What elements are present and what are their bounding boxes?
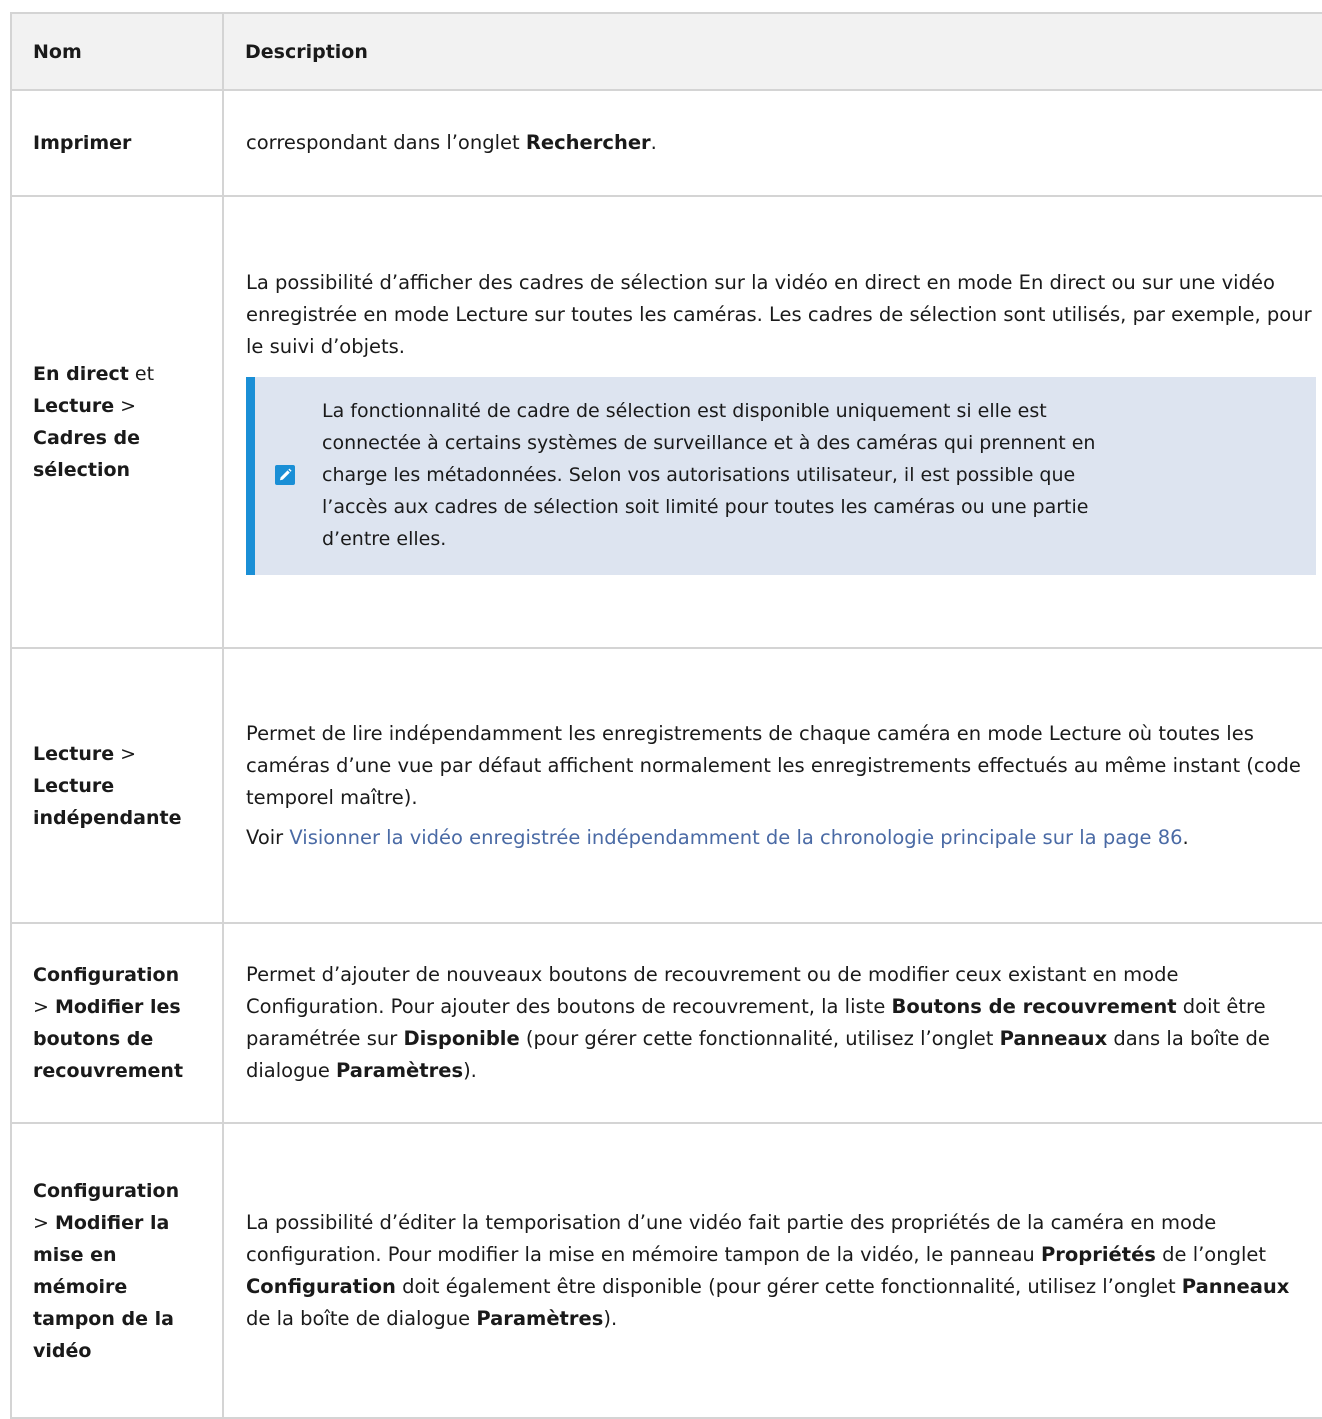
table-row: Imprimer correspondant dans l’onglet Rec… bbox=[10, 89, 1322, 197]
desc-bold: Propriétés bbox=[1040, 1242, 1156, 1266]
table-row: Configuration > Modifier les boutons de … bbox=[10, 922, 1322, 1124]
see-prefix: Voir bbox=[246, 825, 290, 849]
document-page: Nom Description Imprimer correspondant d… bbox=[0, 0, 1322, 1419]
name-separator: > bbox=[33, 996, 55, 1018]
note-box: La fonctionnalité de cadre de sélection … bbox=[246, 377, 1316, 575]
row-name-print: Imprimer bbox=[10, 89, 224, 197]
row-name-independent-playback: Lecture > Lecture indépendante bbox=[10, 647, 224, 924]
name-separator: > bbox=[114, 395, 137, 417]
name-separator: > bbox=[114, 742, 137, 765]
row-desc-overlay-buttons: Permet d’ajouter de nouveaux boutons de … bbox=[222, 922, 1322, 1124]
row-name-video-buffer: Configuration > Modifier la mise en mémo… bbox=[10, 1122, 224, 1419]
table-header-row: Nom Description bbox=[10, 12, 1322, 91]
see-end: . bbox=[1182, 825, 1189, 849]
desc-bold: Boutons de recouvrement bbox=[891, 995, 1177, 1018]
desc-bold: Configuration bbox=[246, 1274, 396, 1298]
desc-text: ). bbox=[463, 1059, 477, 1082]
desc-text: (pour gérer cette fonctionnalité, utilis… bbox=[519, 1027, 1000, 1050]
desc-bold: Panneaux bbox=[999, 1027, 1108, 1050]
name-join: et bbox=[128, 363, 155, 385]
desc-paragraph: Permet d’ajouter de nouveaux boutons de … bbox=[246, 959, 1316, 1087]
desc-text: ). bbox=[603, 1306, 618, 1330]
header-name: Nom bbox=[10, 12, 224, 91]
desc-paragraph: La possibilité d’afficher des cadres de … bbox=[246, 271, 1312, 358]
desc-text: correspondant dans l’onglet bbox=[246, 131, 526, 154]
name-part: Modifier la mise en mémoire tampon de la… bbox=[33, 1211, 174, 1362]
desc-bold: Panneaux bbox=[1181, 1274, 1290, 1298]
desc-paragraph: La possibilité d’éditer la temporisation… bbox=[246, 1207, 1316, 1335]
row-desc-print: correspondant dans l’onglet Rechercher. bbox=[222, 89, 1322, 197]
row-desc-independent-playback: Permet de lire indépendamment les enregi… bbox=[222, 647, 1322, 924]
cross-reference-link[interactable]: Visionner la vidéo enregistrée indépenda… bbox=[289, 826, 1182, 849]
row-name-bounding-boxes: En direct et Lecture > Cadres de sélecti… bbox=[10, 195, 224, 649]
table-row: Lecture > Lecture indépendante Permet de… bbox=[10, 647, 1322, 924]
name-part: Configuration bbox=[33, 964, 180, 986]
table-row: En direct et Lecture > Cadres de sélecti… bbox=[10, 195, 1322, 649]
name-part: Lecture bbox=[33, 742, 115, 765]
desc-text: de l’onglet bbox=[1155, 1242, 1267, 1266]
desc-bold: Paramètres bbox=[336, 1059, 464, 1082]
desc-text: doit également être disponible (pour gér… bbox=[395, 1274, 1182, 1298]
name-part: En direct bbox=[33, 363, 129, 385]
row-desc-video-buffer: La possibilité d’éditer la temporisation… bbox=[222, 1122, 1322, 1419]
desc-text: . bbox=[650, 131, 657, 154]
permissions-table: Nom Description Imprimer correspondant d… bbox=[10, 12, 1322, 1419]
header-description: Description bbox=[222, 12, 1322, 91]
name-part: Lecture bbox=[33, 395, 115, 417]
desc-text: de la boîte de dialogue bbox=[246, 1306, 477, 1330]
name-separator: > bbox=[33, 1211, 55, 1234]
desc-bold: Paramètres bbox=[476, 1306, 604, 1330]
name-part: Modifier les boutons de recouvrement bbox=[33, 996, 184, 1082]
name-part: Lecture indépendante bbox=[33, 774, 182, 829]
pencil-icon bbox=[275, 465, 295, 485]
name-part: Configuration bbox=[33, 1179, 180, 1202]
desc-paragraph: Permet de lire indépendamment les enregi… bbox=[246, 721, 1301, 809]
see-also: Voir Visionner la vidéo enregistrée indé… bbox=[246, 822, 1316, 854]
row-name-overlay-buttons: Configuration > Modifier les boutons de … bbox=[10, 922, 224, 1124]
name-part: Cadres de sélection bbox=[33, 427, 141, 481]
desc-bold: Rechercher bbox=[525, 131, 651, 154]
note-text: La fonctionnalité de cadre de sélection … bbox=[322, 400, 1096, 550]
row-desc-bounding-boxes: La possibilité d’afficher des cadres de … bbox=[222, 195, 1322, 649]
desc-bold: Disponible bbox=[403, 1027, 520, 1050]
table-row: Configuration > Modifier la mise en mémo… bbox=[10, 1122, 1322, 1419]
